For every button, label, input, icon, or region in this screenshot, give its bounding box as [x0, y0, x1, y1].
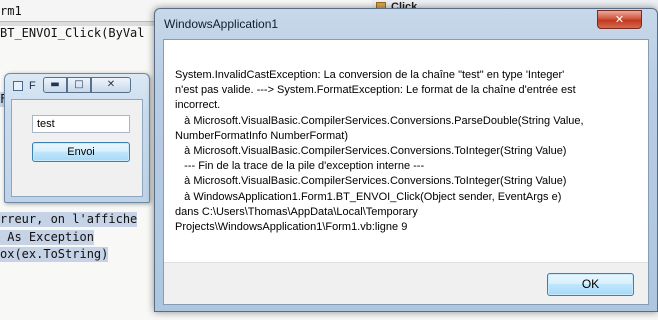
- minimize-icon: ▬: [50, 79, 60, 90]
- code-line-comment[interactable]: rreur, on l'affiche: [0, 212, 138, 227]
- message-line: à Microsoft.VisualBasic.CompilerServices…: [175, 114, 584, 127]
- message-line: Projects\WindowsApplication1\Form1.vb:li…: [175, 221, 408, 234]
- editor-tab[interactable]: rm1: [0, 0, 158, 22]
- code-line-handler[interactable]: BT_ENVOI_Click(ByVal: [0, 26, 145, 41]
- form1-titlebar[interactable]: F ▬ □ ✕: [5, 74, 149, 98]
- message-line: incorrect.: [175, 99, 221, 112]
- close-icon: ✕: [614, 13, 625, 26]
- minimize-button[interactable]: ▬: [43, 77, 67, 93]
- form1-client-area: test Envoi: [11, 99, 143, 197]
- message-line: NumberFormatInfo NumberFormat): [175, 129, 348, 142]
- code-line-exception-decl[interactable]: As Exception: [0, 230, 94, 245]
- input-textbox[interactable]: test: [32, 115, 130, 133]
- message-line: System.InvalidCastException: La conversi…: [175, 69, 565, 81]
- message-line: à Microsoft.VisualBasic.CompilerServices…: [175, 145, 567, 158]
- form1-title: F: [29, 80, 36, 92]
- exception-message: System.InvalidCastException: La conversi…: [175, 68, 615, 235]
- ok-button[interactable]: OK: [547, 273, 634, 296]
- messagebox-title: WindowsApplication1: [164, 17, 279, 31]
- message-line: dans C:\Users\Thomas\AppData\Local\Tempo…: [175, 205, 418, 218]
- message-line: --- Fin de la trace de la pile d'excepti…: [175, 160, 425, 173]
- message-line: n'est pas valide. ---> System.FormatExce…: [175, 84, 576, 97]
- close-icon: ✕: [106, 79, 116, 90]
- messagebox-close-button[interactable]: ✕: [597, 10, 642, 29]
- code-line-msgbox-call[interactable]: ox(ex.ToString): [0, 247, 109, 262]
- messagebox-body: System.InvalidCastException: La conversi…: [163, 39, 649, 305]
- message-line: à Microsoft.VisualBasic.CompilerServices…: [175, 175, 567, 188]
- form1-window: F ▬ □ ✕ test Envoi: [4, 73, 150, 203]
- maximize-button[interactable]: □: [67, 77, 91, 93]
- error-messagebox: WindowsApplication1 ✕ System.InvalidCast…: [154, 8, 658, 312]
- close-button[interactable]: ✕: [91, 77, 131, 93]
- message-line: à WindowsApplication1.Form1.BT_ENVOI_Cli…: [175, 190, 562, 203]
- editor-tab-label: rm1: [0, 4, 22, 18]
- envoi-button[interactable]: Envoi: [32, 142, 130, 162]
- maximize-icon: □: [74, 79, 84, 90]
- form-icon: [13, 81, 23, 91]
- messagebox-footer: OK: [164, 262, 648, 304]
